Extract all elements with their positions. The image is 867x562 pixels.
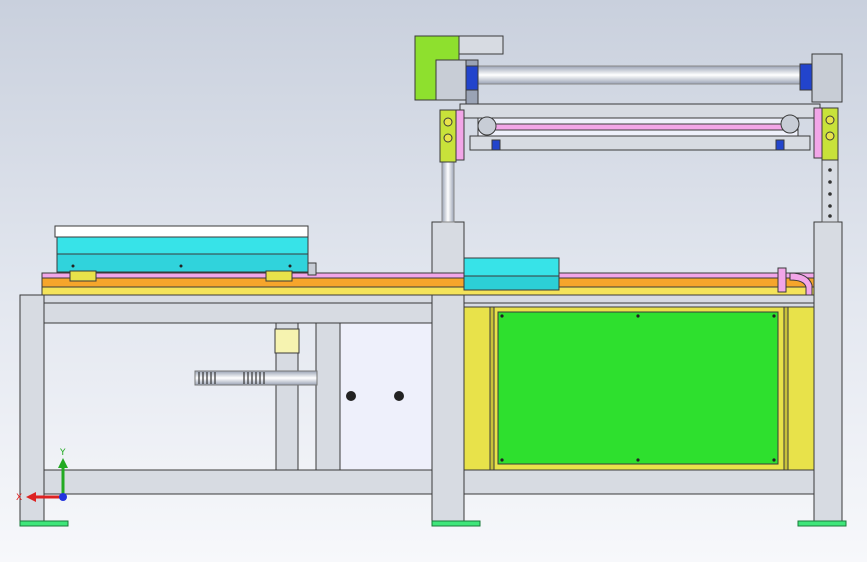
foot-right (797, 520, 847, 527)
pink-rail (41, 272, 815, 279)
electrical-cabinet (463, 306, 815, 471)
left-leg (19, 294, 45, 526)
door-knob-1 (346, 391, 356, 401)
foot-left (19, 520, 69, 527)
platen-pad-1 (69, 270, 97, 282)
gantry-rod-left (441, 161, 455, 223)
left-carriage (435, 59, 467, 101)
spring-rod (194, 370, 318, 386)
top-beam (19, 294, 841, 304)
platen-stop (307, 262, 317, 276)
rail-post (777, 267, 787, 293)
right-column (813, 221, 843, 523)
inner-leg-2 (315, 322, 341, 471)
platen-top (54, 225, 309, 238)
x-axis-label: X (16, 493, 22, 503)
mid-frame-pink (477, 123, 799, 131)
feet (19, 520, 847, 527)
junction-box (274, 328, 300, 354)
roller-left (477, 116, 497, 136)
motor-cap (458, 35, 504, 55)
mid-frame-bottom (469, 135, 811, 151)
yellow-rail (41, 286, 815, 296)
y-axis-label: Y (59, 448, 66, 458)
platen-pad-2 (265, 270, 293, 282)
right-carriage (811, 53, 843, 103)
yellow-divider-right (783, 306, 789, 471)
side-door (339, 322, 433, 471)
roller-right (780, 114, 800, 134)
green-access-panel (497, 311, 779, 465)
top-crossbar (477, 65, 809, 85)
platen-cyan-2 (56, 253, 309, 273)
z-axis-dot (59, 493, 67, 501)
gantry-chain-right (821, 157, 839, 223)
orange-rail (41, 277, 815, 288)
mid-frame-top (459, 103, 821, 119)
yellow-divider-left (489, 306, 495, 471)
cad-viewport[interactable]: Y X (0, 0, 867, 562)
platen-cyan-1 (56, 236, 309, 255)
gantry-assembly (414, 35, 843, 163)
center-column (431, 221, 465, 523)
machine-drawing: Y X (16, 35, 847, 527)
door-knob-2 (394, 391, 404, 401)
foot-center (431, 520, 481, 527)
slide-block (463, 257, 560, 291)
